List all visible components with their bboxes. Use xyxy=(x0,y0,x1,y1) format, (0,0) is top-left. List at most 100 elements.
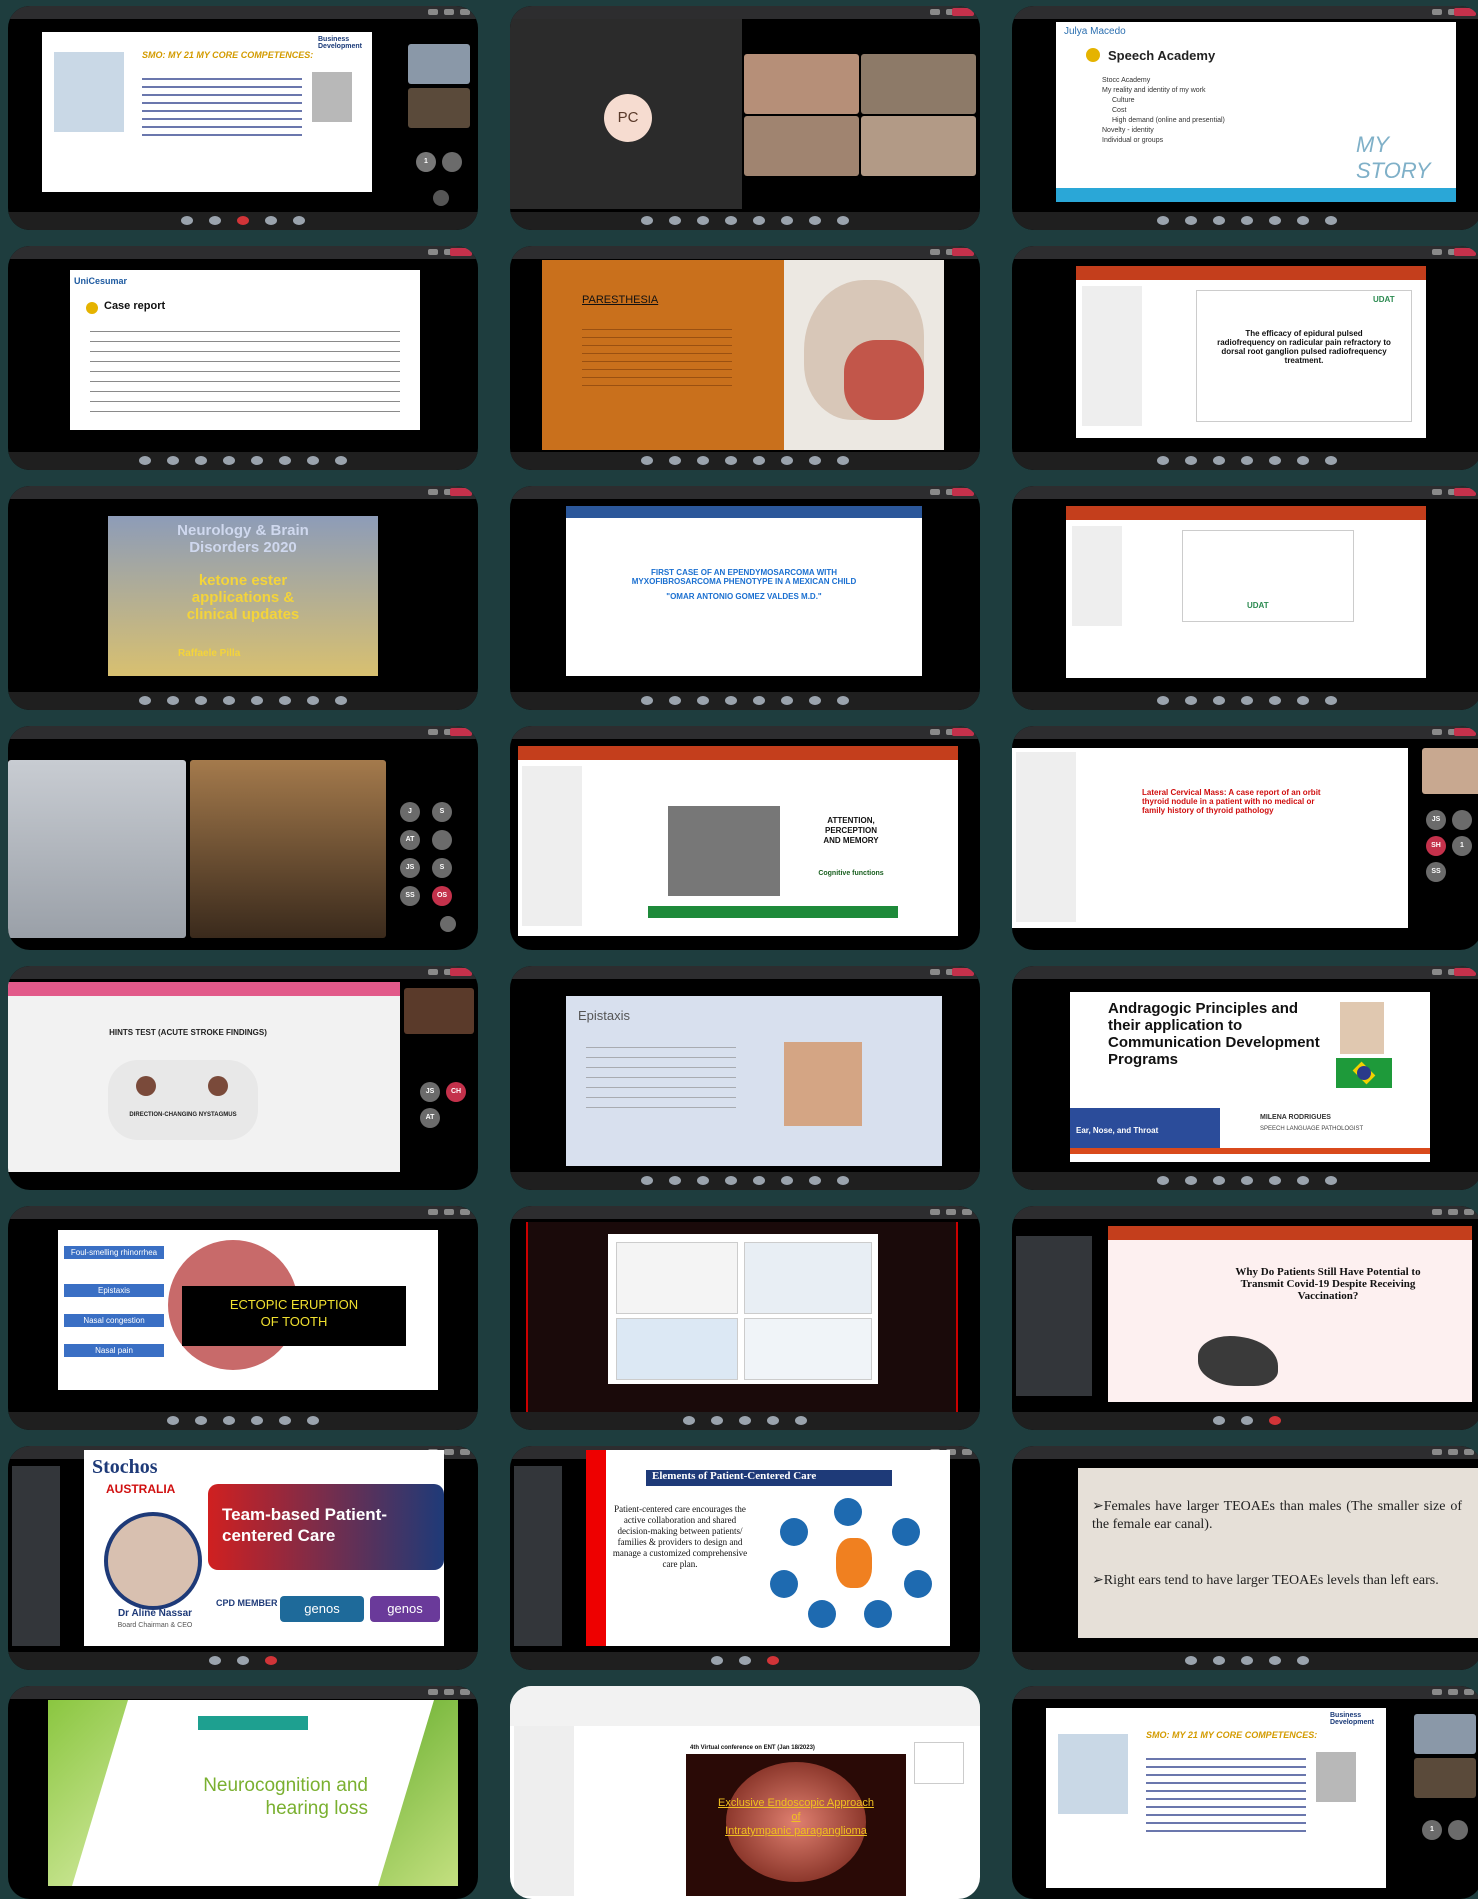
ribbon xyxy=(1076,266,1426,280)
tile-4[interactable]: UniCesumar Case report xyxy=(8,246,478,470)
tile-2[interactable]: PC xyxy=(510,6,980,230)
tile-18[interactable]: Why Do Patients Still Have Potential to … xyxy=(1012,1206,1478,1430)
tile-13[interactable]: HINTS TEST (ACUTE STROKE FINDINGS) DIREC… xyxy=(8,966,478,1190)
taskbar xyxy=(1012,1652,1478,1670)
participant-strip xyxy=(510,692,980,710)
tile-12[interactable]: Lateral Cervical Mass: A case report of … xyxy=(1012,726,1478,950)
slide: UniCesumar Case report xyxy=(70,270,420,430)
leave-button[interactable] xyxy=(450,248,472,256)
bullet-list: Stocc Academy My reality and identity of … xyxy=(1102,77,1225,144)
participant-video xyxy=(404,988,474,1034)
leave-button[interactable] xyxy=(1454,8,1476,16)
slide-heading: PARESTHESIA xyxy=(582,294,659,306)
avatar[interactable]: SS xyxy=(1426,862,1446,882)
ribbon xyxy=(1108,1226,1472,1240)
leave-button[interactable] xyxy=(952,488,974,496)
tile-16[interactable]: Foul-smelling rhinorrhea Epistaxis Nasal… xyxy=(8,1206,478,1430)
slide: Foul-smelling rhinorrhea Epistaxis Nasal… xyxy=(58,1230,438,1390)
avatar[interactable] xyxy=(1452,810,1472,830)
leave-button[interactable] xyxy=(952,248,974,256)
tile-9[interactable]: UDAT xyxy=(1012,486,1478,710)
leave-button[interactable] xyxy=(1454,248,1476,256)
slide-title: Elements of Patient-Centered Care xyxy=(646,1470,892,1486)
tile-19[interactable]: Stochos AUSTRALIA Team-based Patient-cen… xyxy=(8,1446,478,1670)
tile-10[interactable]: J S AT JS S SS OS xyxy=(8,726,478,950)
leave-button[interactable] xyxy=(1454,728,1476,736)
participant-strip xyxy=(1012,212,1478,230)
avatar[interactable] xyxy=(440,916,456,932)
logo xyxy=(914,1742,964,1784)
avatar[interactable] xyxy=(442,152,462,172)
avatar[interactable]: 1 xyxy=(1452,836,1472,856)
avatar[interactable]: JS xyxy=(420,1082,440,1102)
leave-button[interactable] xyxy=(1454,968,1476,976)
avatar[interactable]: S xyxy=(432,858,452,878)
word-window: FIRST CASE OF AN EPENDYMOSARCOMA WITH MY… xyxy=(566,506,922,676)
avatar[interactable]: SH xyxy=(1426,836,1446,856)
leave-button[interactable] xyxy=(952,728,974,736)
avatar[interactable]: J xyxy=(400,802,420,822)
cpd-badge: CPD MEMBER xyxy=(216,1598,278,1608)
teams-topbar xyxy=(1012,1206,1478,1219)
leave-button[interactable] xyxy=(952,8,974,16)
leave-button[interactable] xyxy=(1454,488,1476,496)
avatar[interactable]: CH xyxy=(446,1082,466,1102)
avatar[interactable]: AT xyxy=(420,1108,440,1128)
tile-24[interactable]: SMO: MY 21 MY CORE COMPETENCES: Business… xyxy=(1012,1686,1478,1899)
slide-title: Neurocognition and hearing loss xyxy=(203,1775,368,1819)
slide-title: SMO: MY 21 MY CORE COMPETENCES: xyxy=(142,50,314,60)
tile-20[interactable]: Elements of Patient-Centered Care Patien… xyxy=(510,1446,980,1670)
slide-text-lines xyxy=(1146,1752,1306,1832)
slide: PARESTHESIA xyxy=(542,260,944,450)
leave-button[interactable] xyxy=(450,488,472,496)
tile-8[interactable]: FIRST CASE OF AN EPENDYMOSARCOMA WITH MY… xyxy=(510,486,980,710)
teams-topbar xyxy=(8,246,478,259)
avatar[interactable]: OS xyxy=(432,886,452,906)
tile-11[interactable]: ATTENTION, PERCEPTION AND MEMORY Cognitive… xyxy=(510,726,980,950)
toolbar-pill[interactable] xyxy=(198,1716,308,1730)
ribbon xyxy=(1066,506,1426,520)
participant-video xyxy=(744,54,859,114)
avatar[interactable]: 1 xyxy=(1422,1820,1442,1840)
avatar[interactable] xyxy=(433,190,449,206)
tile-6[interactable]: UDAT The efficacy of epidural pulsed rad… xyxy=(1012,246,1478,470)
slide-title: Lateral Cervical Mass: A case report of … xyxy=(1142,788,1321,815)
tile-22[interactable]: Neurocognition and hearing loss xyxy=(8,1686,478,1899)
leave-button[interactable] xyxy=(952,968,974,976)
tile-21[interactable]: ➢Females have larger TEOAEs than males (… xyxy=(1012,1446,1478,1670)
symptom-label: Foul-smelling rhinorrhea xyxy=(64,1246,164,1259)
tile-7[interactable]: Neurology & Brain Disorders 2020 ketone e… xyxy=(8,486,478,710)
teams-topbar xyxy=(510,726,980,739)
avatar[interactable]: JS xyxy=(1426,810,1446,830)
avatar[interactable]: JS xyxy=(400,858,420,878)
tile-14[interactable]: Epistaxis xyxy=(510,966,980,1190)
slide: SMO: MY 21 MY CORE COMPETENCES: Business… xyxy=(1046,1708,1386,1888)
taskbar xyxy=(8,1652,478,1670)
tile-5[interactable]: PARESTHESIA xyxy=(510,246,980,470)
tile-15[interactable]: Andragogic Principles and their applicat… xyxy=(1012,966,1478,1190)
tile-17[interactable] xyxy=(510,1206,980,1430)
avatar[interactable]: 1 xyxy=(416,152,436,172)
avatar[interactable] xyxy=(432,830,452,850)
avatar[interactable] xyxy=(1448,1820,1468,1840)
tile-1[interactable]: SMO: MY 21 MY CORE COMPETENCES: Business… xyxy=(8,6,478,230)
avatar-pc[interactable]: PC xyxy=(604,94,652,142)
teams-topbar xyxy=(1012,1686,1478,1699)
teams-topbar xyxy=(510,1206,980,1219)
avatar[interactable]: S xyxy=(432,802,452,822)
slide: UDAT The efficacy of epidural pulsed rad… xyxy=(1196,290,1412,422)
speaker-photo xyxy=(1340,1002,1384,1054)
my-story-logo: MY STORY xyxy=(1356,132,1431,183)
avatar[interactable]: AT xyxy=(400,830,420,850)
tile-23[interactable]: 4th Virtual conference on ENT (Jan 18/20… xyxy=(510,1686,980,1899)
photo xyxy=(668,806,780,896)
taskbar xyxy=(8,212,478,230)
speaker-role: Board Chairman & CEO xyxy=(117,1622,193,1629)
participant-video xyxy=(190,760,386,938)
avatar[interactable]: SS xyxy=(400,886,420,906)
leave-button[interactable] xyxy=(450,728,472,736)
document-author: "OMAR ANTONIO GOMEZ VALDES M.D." xyxy=(666,592,822,601)
tile-3[interactable]: Julya Macedo Speech Academy Stocc Academ… xyxy=(1012,6,1478,230)
leave-button[interactable] xyxy=(450,968,472,976)
slide-heading: Speech Academy xyxy=(1108,48,1216,63)
